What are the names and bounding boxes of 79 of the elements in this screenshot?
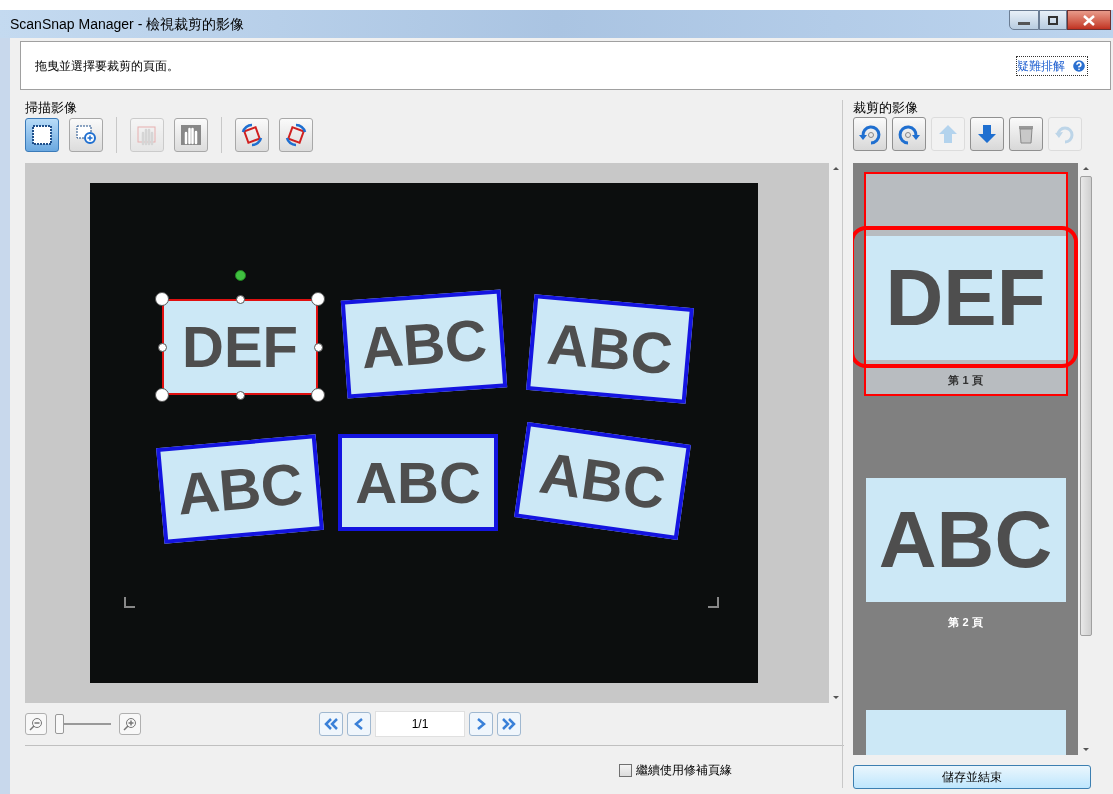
resize-handle[interactable] xyxy=(155,292,169,306)
preview-text: ABC xyxy=(878,500,1053,580)
selection-frame-icon xyxy=(31,124,53,146)
scroll-down-icon xyxy=(832,696,839,699)
page-thumbnail[interactable]: DEF 第 1 頁 xyxy=(863,172,1068,396)
document-card[interactable]: ABC xyxy=(514,422,691,540)
page-label: 第 1 頁 xyxy=(948,373,983,388)
hand-frame-icon xyxy=(136,124,158,146)
corner-mark xyxy=(708,597,719,608)
rotate-left-icon xyxy=(240,123,264,147)
resize-handle[interactable] xyxy=(235,390,245,400)
zoom-slider[interactable] xyxy=(55,714,111,734)
panel-label: 裁剪的影像 xyxy=(853,99,919,116)
resize-handle[interactable] xyxy=(235,294,245,304)
scroll-down-icon xyxy=(1082,748,1089,751)
document-card[interactable]: DEF xyxy=(162,299,318,395)
corner-mark xyxy=(124,597,135,608)
arrow-down-icon xyxy=(976,123,998,145)
double-chevron-right-icon xyxy=(501,717,517,731)
resize-handle[interactable] xyxy=(311,388,325,402)
toolbar-button[interactable] xyxy=(279,118,313,152)
rotate-right-icon xyxy=(284,123,308,147)
resize-handle[interactable] xyxy=(155,388,169,402)
resize-handle[interactable] xyxy=(311,292,325,306)
card-text: ABC xyxy=(355,453,481,512)
page-label: 第 2 頁 xyxy=(948,615,983,630)
hand-icon xyxy=(180,124,202,146)
close-icon xyxy=(1083,14,1095,26)
zoom-slider-thumb[interactable] xyxy=(55,714,64,734)
close-button[interactable] xyxy=(1067,10,1111,30)
zoom-in-icon xyxy=(123,717,137,731)
document-card[interactable]: ABC xyxy=(338,434,498,531)
help-link[interactable]: 疑難排解 xyxy=(1016,55,1088,76)
scroll-up-icon xyxy=(832,167,839,170)
maximize-button[interactable] xyxy=(1039,10,1067,30)
toolbar-button[interactable] xyxy=(235,118,269,152)
last-page-button[interactable] xyxy=(497,712,521,736)
toolbar-button[interactable] xyxy=(174,118,208,152)
resize-handle[interactable] xyxy=(157,342,167,352)
resize-handle[interactable] xyxy=(313,342,323,352)
double-chevron-left-icon xyxy=(323,717,339,731)
document-card[interactable]: ABC xyxy=(156,434,324,544)
card-text: ABC xyxy=(359,310,489,378)
page-thumbnail[interactable]: ABC 第 2 頁 xyxy=(863,478,1068,628)
toolbar-button[interactable] xyxy=(25,118,59,152)
document-card[interactable]: ABC xyxy=(526,294,694,404)
save-and-finish-button[interactable]: 儲存並結束 xyxy=(853,765,1091,789)
arrow-up-icon xyxy=(937,123,959,145)
panel-label: 掃描影像 xyxy=(25,99,78,116)
page-number-field[interactable]: 1/1 xyxy=(375,711,465,737)
zoom-in-button[interactable] xyxy=(119,713,141,735)
toolbar-button[interactable] xyxy=(970,117,1004,151)
zoom-out-icon xyxy=(29,717,43,731)
help-icon xyxy=(1071,57,1087,74)
scrollbar-thumb[interactable] xyxy=(1079,176,1092,636)
rotate-right-icon xyxy=(897,122,921,146)
keep-margin-checkbox[interactable]: 繼續使用修補頁緣 xyxy=(619,761,732,779)
toolbar-button[interactable] xyxy=(69,118,103,152)
card-text: ABC xyxy=(174,454,306,524)
document-card[interactable]: ABC xyxy=(340,289,508,399)
rotate-left-icon xyxy=(858,122,882,146)
rotate-handle[interactable] xyxy=(234,270,246,281)
next-page-button[interactable] xyxy=(469,712,493,736)
preview-text: DEF xyxy=(885,258,1046,338)
previous-page-button[interactable] xyxy=(347,712,371,736)
window-title: ScanSnap Manager - 檢視裁剪的影像 xyxy=(10,14,245,34)
maximize-icon xyxy=(1048,15,1058,25)
toolbar-button[interactable] xyxy=(853,117,887,151)
card-text: ABC xyxy=(544,314,676,384)
card-text: ABC xyxy=(536,443,669,519)
card-text: DEF xyxy=(182,318,298,376)
first-page-button[interactable] xyxy=(319,712,343,736)
minimize-button[interactable] xyxy=(1009,10,1039,30)
instruction-text: 拖曳並選擇要裁剪的頁面。 xyxy=(35,57,179,75)
minimize-icon xyxy=(1018,21,1030,25)
toolbar-button[interactable] xyxy=(892,117,926,151)
zoom-frame-icon xyxy=(75,124,97,146)
zoom-out-button[interactable] xyxy=(25,713,47,735)
scroll-up-icon xyxy=(1082,167,1089,170)
